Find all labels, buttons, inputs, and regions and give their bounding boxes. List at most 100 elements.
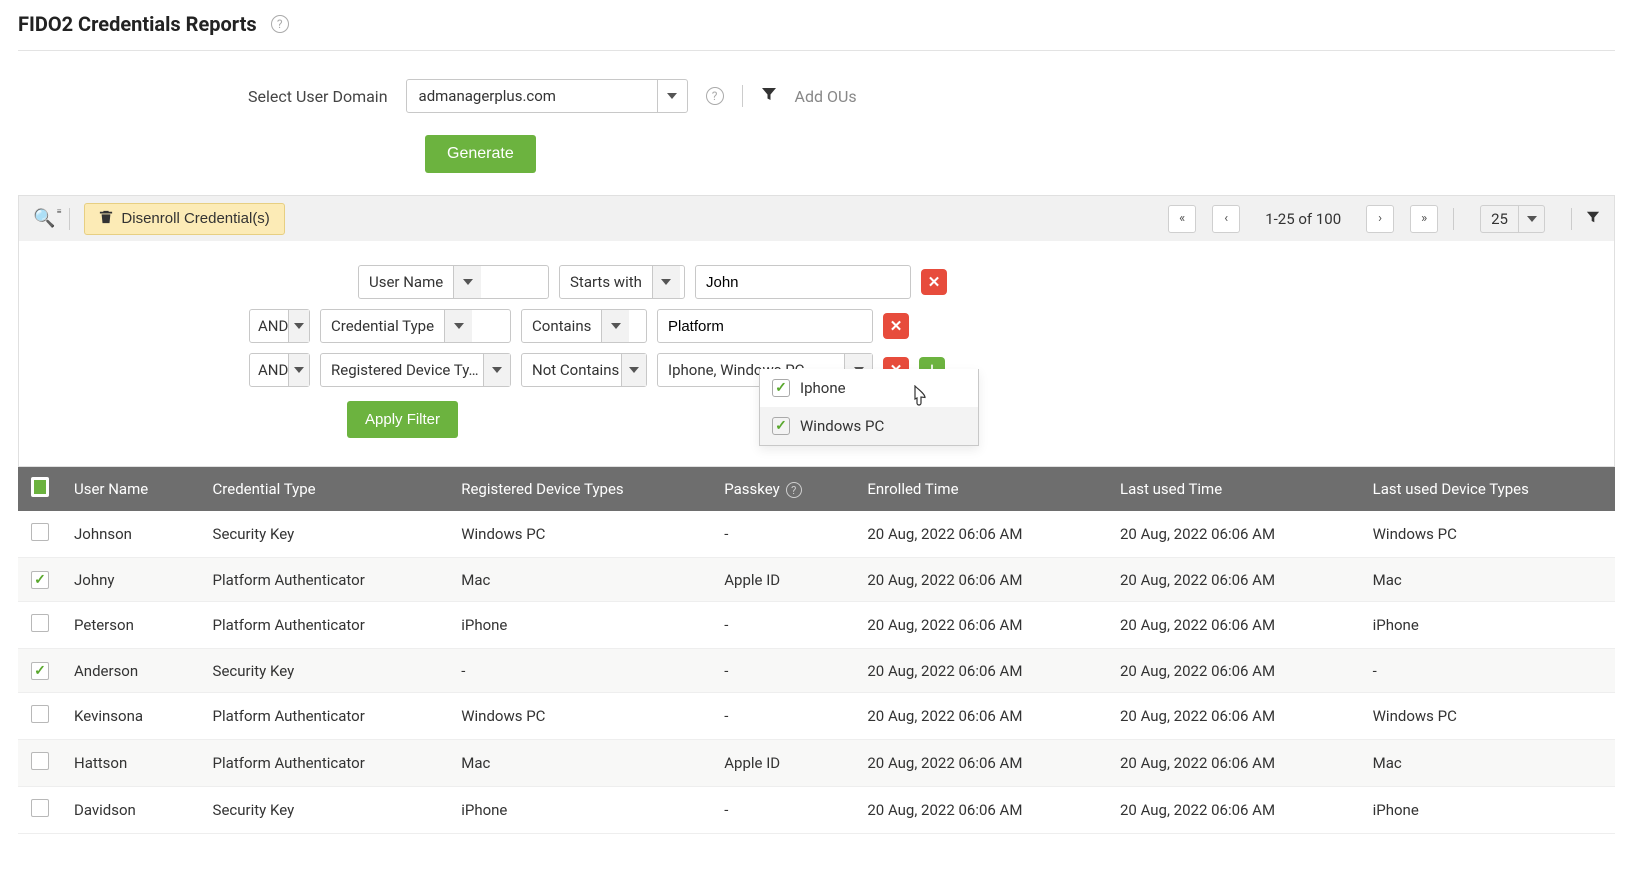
pager-prev-button[interactable]: ‹ <box>1212 205 1240 233</box>
page-size-value: 25 <box>1481 206 1518 232</box>
table-cell: Apple ID <box>712 740 855 787</box>
filter-delete-button[interactable]: ✕ <box>921 269 947 295</box>
table-cell: - <box>712 787 855 834</box>
dropdown-option-windows-pc[interactable]: Windows PC <box>760 407 978 445</box>
table-cell: Security Key <box>201 511 450 558</box>
table-cell: Platform Authenticator <box>201 602 450 649</box>
table-row: HattsonPlatform AuthenticatorMacApple ID… <box>18 740 1615 787</box>
table-cell: Anderson <box>62 649 201 693</box>
table-cell: 20 Aug, 2022 06:06 AM <box>1108 693 1361 740</box>
filter-field-select-0[interactable]: User Name <box>358 265 549 299</box>
table-cell: 20 Aug, 2022 06:06 AM <box>855 740 1108 787</box>
row-checkbox[interactable] <box>31 662 49 680</box>
filter-panel: User Name Starts with ✕ AND Credential T… <box>18 241 1615 467</box>
select-all-checkbox[interactable] <box>31 477 49 497</box>
column-header[interactable]: Credential Type <box>201 467 450 511</box>
separator <box>1453 208 1454 230</box>
funnel-icon[interactable] <box>761 86 777 106</box>
pager-last-button[interactable]: » <box>1410 205 1438 233</box>
column-header[interactable]: Last used Time <box>1108 467 1361 511</box>
column-header[interactable]: Registered Device Types <box>449 467 712 511</box>
filter-op-value: Starts with <box>560 266 652 298</box>
filter-logic-select-2[interactable]: AND <box>249 353 310 387</box>
filter-op-select-0[interactable]: Starts with <box>559 265 685 299</box>
table-cell: iPhone <box>1361 787 1615 834</box>
table-cell: Peterson <box>62 602 201 649</box>
dropdown-option-iphone[interactable]: Iphone <box>760 369 978 407</box>
table-cell: - <box>712 602 855 649</box>
generate-button[interactable]: Generate <box>425 135 536 173</box>
table-cell: Kevinsona <box>62 693 201 740</box>
separator <box>1571 208 1572 230</box>
table-cell: 20 Aug, 2022 06:06 AM <box>1108 649 1361 693</box>
chevron-down-icon <box>288 310 309 342</box>
column-header[interactable]: Enrolled Time <box>855 467 1108 511</box>
domain-select[interactable]: admanagerplus.com <box>406 79 688 113</box>
filter-logic-select-1[interactable]: AND <box>249 309 310 343</box>
table-cell: Platform Authenticator <box>201 558 450 602</box>
filter-op-select-1[interactable]: Contains <box>521 309 647 343</box>
filter-field-select-1[interactable]: Credential Type <box>320 309 511 343</box>
table-cell: - <box>449 649 712 693</box>
table-cell: Mac <box>1361 558 1615 602</box>
filter-field-value: Credential Type <box>321 310 444 342</box>
table-cell: Johny <box>62 558 201 602</box>
table-row: JohnyPlatform AuthenticatorMacApple ID20… <box>18 558 1615 602</box>
help-icon[interactable]: ? <box>786 482 802 498</box>
pager-next-button[interactable]: › <box>1366 205 1394 233</box>
filter-value-input-1[interactable] <box>657 309 873 343</box>
chevron-down-icon <box>657 80 687 112</box>
filter-field-value: Registered Device Ty… <box>321 354 483 386</box>
row-checkbox[interactable] <box>31 799 49 817</box>
column-header[interactable]: Passkey? <box>712 467 855 511</box>
column-header[interactable]: User Name <box>62 467 201 511</box>
table-cell: Mac <box>449 558 712 602</box>
row-checkbox[interactable] <box>31 571 49 589</box>
table-cell: Platform Authenticator <box>201 740 450 787</box>
table-cell: 20 Aug, 2022 06:06 AM <box>855 602 1108 649</box>
table-cell: iPhone <box>449 787 712 834</box>
pager-first-button[interactable]: « <box>1168 205 1196 233</box>
filter-value-input-0[interactable] <box>695 265 911 299</box>
domain-select-value: admanagerplus.com <box>407 80 657 112</box>
add-ous-link[interactable]: Add OUs <box>795 87 857 106</box>
table-cell: Davidson <box>62 787 201 834</box>
filter-field-select-2[interactable]: Registered Device Ty… <box>320 353 511 387</box>
checkbox-icon <box>772 417 790 435</box>
column-header[interactable]: Last used Device Types <box>1361 467 1615 511</box>
disenroll-button[interactable]: Disenroll Credential(s) <box>84 203 284 235</box>
filter-op-value: Contains <box>522 310 601 342</box>
table-cell: 20 Aug, 2022 06:06 AM <box>1108 740 1361 787</box>
table-cell: 20 Aug, 2022 06:06 AM <box>1108 602 1361 649</box>
filter-op-select-2[interactable]: Not Contains <box>521 353 647 387</box>
table-cell: - <box>712 693 855 740</box>
row-checkbox[interactable] <box>31 752 49 770</box>
row-checkbox[interactable] <box>31 614 49 632</box>
search-icon[interactable]: 🔍 <box>33 208 55 229</box>
checkbox-icon <box>772 379 790 397</box>
table-cell: 20 Aug, 2022 06:06 AM <box>855 787 1108 834</box>
table-row: DavidsonSecurity KeyiPhone-20 Aug, 2022 … <box>18 787 1615 834</box>
filter-toggle-icon[interactable] <box>1586 210 1600 228</box>
table-cell: Windows PC <box>449 511 712 558</box>
disenroll-label: Disenroll Credential(s) <box>121 210 269 227</box>
table-cell: Windows PC <box>1361 511 1615 558</box>
table-row: AndersonSecurity Key--20 Aug, 2022 06:06… <box>18 649 1615 693</box>
filter-op-value: Not Contains <box>522 354 621 386</box>
row-checkbox[interactable] <box>31 705 49 723</box>
separator <box>742 85 743 107</box>
page-size-select[interactable]: 25 <box>1480 205 1545 233</box>
row-checkbox[interactable] <box>31 523 49 541</box>
table-cell: 20 Aug, 2022 06:06 AM <box>1108 558 1361 602</box>
table-cell: 20 Aug, 2022 06:06 AM <box>855 693 1108 740</box>
apply-filter-button[interactable]: Apply Filter <box>347 401 458 438</box>
table-cell: Mac <box>449 740 712 787</box>
table-cell: Platform Authenticator <box>201 693 450 740</box>
dropdown-option-label: Windows PC <box>800 417 884 435</box>
help-icon[interactable]: ? <box>706 87 724 105</box>
domain-label: Select User Domain <box>248 87 388 106</box>
filter-delete-button[interactable]: ✕ <box>883 313 909 339</box>
filter-value-dropdown[interactable]: Iphone Windows PC <box>759 369 979 446</box>
pager-range: 1-25 of 100 <box>1265 210 1341 228</box>
help-icon[interactable]: ? <box>271 15 289 33</box>
